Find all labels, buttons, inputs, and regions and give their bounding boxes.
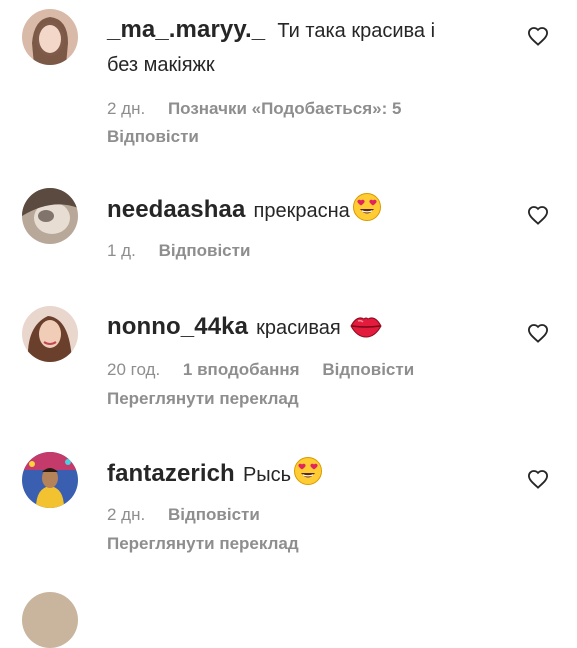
comment-time[interactable]: 2 дн. <box>107 99 145 118</box>
comment-content: fantazerich Рысь <box>107 456 517 491</box>
heart-eyes-emoji-icon <box>294 457 323 485</box>
avatar[interactable] <box>22 188 78 244</box>
comment-likes[interactable]: Позначки «Подобається»: 5 <box>168 99 401 118</box>
heart-eyes-emoji-icon <box>352 193 381 221</box>
avatar[interactable] <box>22 452 78 508</box>
view-translation-button[interactable]: Переглянути переклад <box>107 384 517 414</box>
comment-text-continued: без макіяжк <box>107 54 215 76</box>
comment-content: nonno_44ka красивая <box>107 311 517 344</box>
comment-content: _ma_.maryy._ Ти така красива і <box>107 14 517 47</box>
like-heart-icon[interactable] <box>527 323 549 343</box>
reply-button[interactable]: Відповісти <box>168 505 260 524</box>
comment-username[interactable]: nonno_44ka <box>107 313 248 340</box>
comment-username[interactable]: _ma_.maryy._ <box>107 16 265 43</box>
reply-button[interactable]: Відповісти <box>322 360 414 379</box>
comment-likes[interactable]: 1 вподобання <box>183 360 300 379</box>
comment-time[interactable]: 20 год. <box>107 360 160 379</box>
comment-time[interactable]: 1 д. <box>107 241 136 260</box>
comment-username[interactable]: needaashaa <box>107 196 245 223</box>
like-heart-icon[interactable] <box>527 26 549 46</box>
comment-time[interactable]: 2 дн. <box>107 505 145 524</box>
like-heart-icon[interactable] <box>527 469 549 489</box>
comment-content: needaashaa прекрасна <box>107 192 517 227</box>
comment-text: Ти така красива і <box>277 20 436 42</box>
reply-button[interactable]: Відповісти <box>159 241 251 260</box>
view-translation-button[interactable]: Переглянути переклад <box>107 529 517 559</box>
comment-text: Рысь <box>242 464 292 486</box>
like-heart-icon[interactable] <box>527 205 549 225</box>
avatar[interactable] <box>22 9 78 65</box>
comment-text: красивая <box>256 317 341 339</box>
avatar[interactable] <box>22 306 78 362</box>
comment-text: прекрасна <box>253 200 350 222</box>
kiss-lips-emoji-icon <box>350 317 382 338</box>
reply-button[interactable]: Відповісти <box>107 123 517 151</box>
avatar[interactable] <box>22 592 78 648</box>
comment-username[interactable]: fantazerich <box>107 460 235 487</box>
